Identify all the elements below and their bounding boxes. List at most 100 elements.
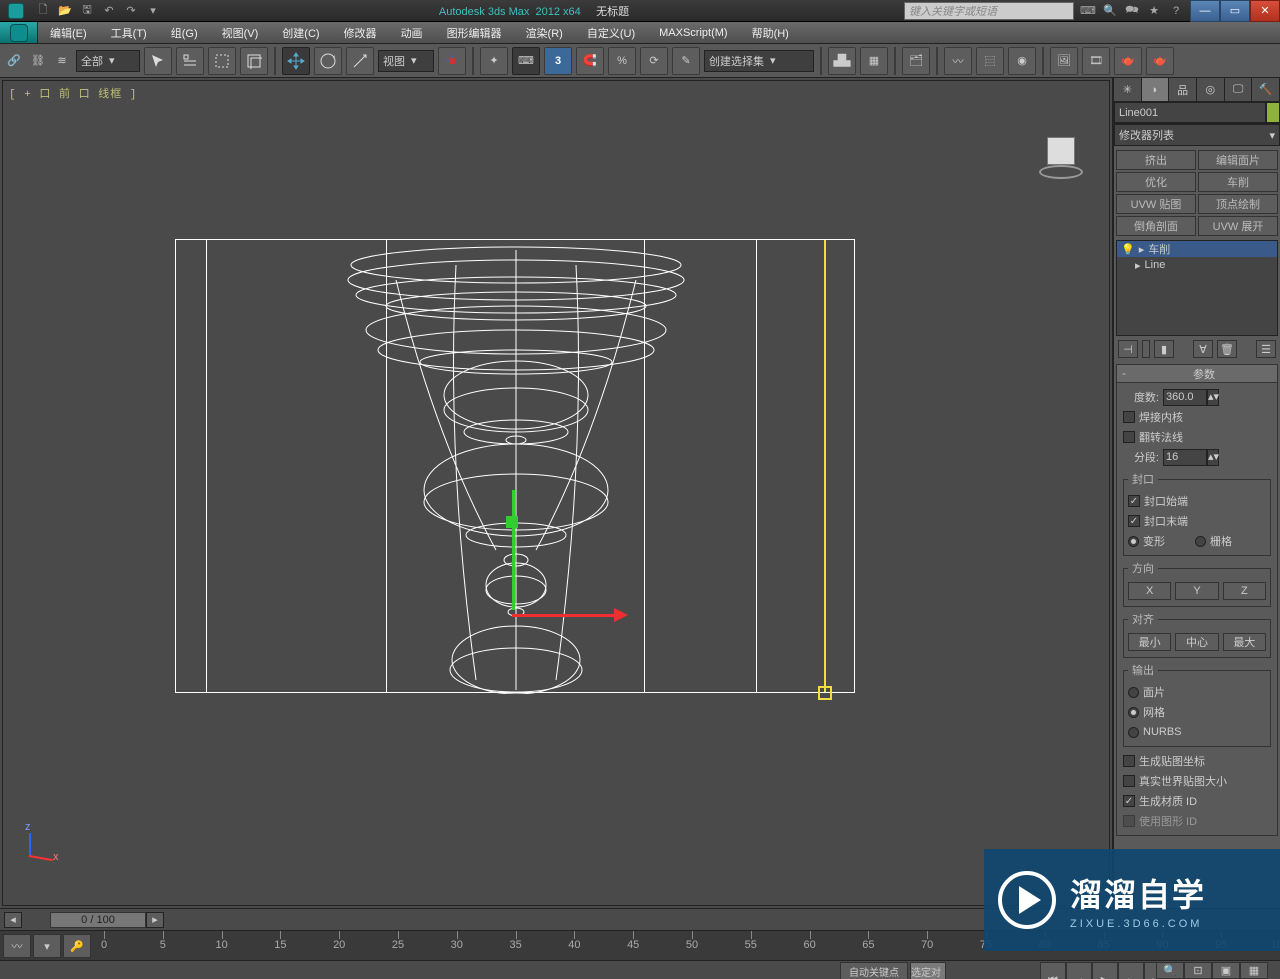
mirror-icon[interactable]: ▟▙	[828, 47, 856, 75]
cap-morph-radio[interactable]	[1128, 536, 1139, 547]
help-icon[interactable]: ?	[1166, 1, 1186, 21]
use-pivot-icon[interactable]	[438, 47, 466, 75]
viewcube[interactable]	[1039, 129, 1083, 173]
modify-tab-icon[interactable]: ◗	[1142, 78, 1170, 101]
menu-edit[interactable]: 编辑(E)	[38, 22, 99, 43]
zoom-extents-all-icon[interactable]: ▦	[1240, 962, 1268, 979]
menu-customize[interactable]: 自定义(U)	[575, 22, 647, 43]
mod-lathe[interactable]: 车削	[1198, 172, 1278, 192]
select-scale-icon[interactable]	[346, 47, 374, 75]
mod-editpatch[interactable]: 编辑面片	[1198, 150, 1278, 170]
close-button[interactable]: ✕	[1250, 0, 1280, 22]
show-end-result-icon[interactable]: ▮	[1154, 340, 1174, 358]
mod-bevelprofile[interactable]: 倒角剖面	[1116, 216, 1196, 236]
snap-toggle-icon[interactable]: 3	[544, 47, 572, 75]
move-gizmo[interactable]	[512, 520, 632, 640]
window-crossing-icon[interactable]	[240, 47, 268, 75]
time-next-icon[interactable]: ▸	[146, 912, 164, 928]
goto-start-icon[interactable]: ⏮	[1040, 962, 1066, 979]
create-tab-icon[interactable]: ✳	[1114, 78, 1142, 101]
minimize-button[interactable]: —	[1190, 0, 1220, 22]
infocenter-icon[interactable]: ⌨	[1078, 1, 1098, 21]
maximize-button[interactable]: ▭	[1220, 0, 1250, 22]
menu-help[interactable]: 帮助(H)	[740, 22, 801, 43]
pin-stack-icon[interactable]: ⊣	[1118, 340, 1138, 358]
display-tab-icon[interactable]: 🖵	[1225, 78, 1253, 101]
render-production-icon[interactable]: 🫖	[1114, 47, 1142, 75]
search-icon[interactable]: 🔍	[1100, 1, 1120, 21]
gen-mat-checkbox[interactable]	[1123, 795, 1135, 807]
select-object-icon[interactable]	[144, 47, 172, 75]
zoom-extents-icon[interactable]: ▣	[1212, 962, 1240, 979]
prev-frame-icon[interactable]: ◂	[1066, 962, 1092, 979]
link-icon[interactable]: 🔗	[4, 49, 24, 73]
real-world-checkbox[interactable]	[1123, 775, 1135, 787]
make-unique-icon[interactable]: ∀	[1193, 340, 1213, 358]
select-manipulate-icon[interactable]: ✦	[480, 47, 508, 75]
edit-named-sel-icon[interactable]: ✎	[672, 47, 700, 75]
viewport-label[interactable]: [ + 口 前 口 线框 ]	[9, 85, 137, 101]
mod-uvwunwrap[interactable]: UVW 展开	[1198, 216, 1278, 236]
unlink-icon[interactable]: ⛓	[28, 49, 48, 73]
mod-uvwmap[interactable]: UVW 贴图	[1116, 194, 1196, 214]
menu-maxscript[interactable]: MAXScript(M)	[647, 22, 739, 43]
expand-icon[interactable]: ▸	[1139, 243, 1145, 256]
menu-rendering[interactable]: 渲染(R)	[514, 22, 575, 43]
dir-z-button[interactable]: Z	[1223, 582, 1266, 600]
render-setup-icon[interactable]: 🖼	[1050, 47, 1078, 75]
remove-modifier-icon[interactable]: 🗑	[1217, 340, 1237, 358]
menu-group[interactable]: 组(G)	[159, 22, 210, 43]
select-rotate-icon[interactable]	[314, 47, 342, 75]
ref-coord-combo[interactable]: 视图▾	[378, 50, 434, 72]
auto-key-button[interactable]: 自动关键点	[840, 962, 908, 979]
cap-grid-radio[interactable]	[1195, 536, 1206, 547]
menu-views[interactable]: 视图(V)	[210, 22, 271, 43]
cap-end-checkbox[interactable]	[1128, 515, 1140, 527]
vertex-handle[interactable]	[818, 686, 832, 700]
selected-spline[interactable]	[824, 240, 826, 692]
flip-normals-checkbox[interactable]	[1123, 431, 1135, 443]
select-move-icon[interactable]	[282, 47, 310, 75]
expand-icon[interactable]: ▸	[1135, 259, 1141, 272]
segments-spinner[interactable]: ▴▾	[1163, 449, 1219, 466]
utilities-tab-icon[interactable]: 🔨	[1252, 78, 1280, 101]
favorites-icon[interactable]: ★	[1144, 1, 1164, 21]
qat-dropdown-icon[interactable]: ▾	[142, 1, 164, 21]
filter-icon[interactable]: ▾	[33, 934, 61, 958]
zoom-all-icon[interactable]: ⊡	[1184, 962, 1212, 979]
mod-extrude[interactable]: 挤出	[1116, 150, 1196, 170]
align-max-button[interactable]: 最大	[1223, 633, 1266, 651]
select-by-name-icon[interactable]	[176, 47, 204, 75]
search-input[interactable]: 键入关键字或短语	[904, 2, 1074, 20]
configure-sets-icon[interactable]: ☰	[1256, 340, 1276, 358]
time-prev-icon[interactable]: ◂	[4, 912, 22, 928]
selected-only-combo[interactable]: 选定对	[910, 962, 946, 979]
hierarchy-tab-icon[interactable]: 品	[1169, 78, 1197, 101]
application-menu-button[interactable]	[0, 22, 38, 43]
weld-core-checkbox[interactable]	[1123, 411, 1135, 423]
render-iterative-icon[interactable]: 🫖	[1146, 47, 1174, 75]
menu-create[interactable]: 创建(C)	[270, 22, 331, 43]
menu-modifiers[interactable]: 修改器	[332, 22, 389, 43]
zoom-icon[interactable]: 🔍	[1156, 962, 1184, 979]
qat-undo-icon[interactable]: ↶	[98, 1, 120, 21]
selection-filter-combo[interactable]: 全部▾	[76, 50, 140, 72]
curve-editor-icon[interactable]: 〰	[944, 47, 972, 75]
rollup-collapse-icon[interactable]: -	[1117, 368, 1131, 380]
object-color-swatch[interactable]	[1266, 102, 1280, 123]
angle-snap-icon[interactable]: 🧲	[576, 47, 604, 75]
play-icon[interactable]: ▶	[1092, 962, 1118, 979]
keyboard-shortcut-icon[interactable]: ⌨	[512, 47, 540, 75]
bind-spacewarp-icon[interactable]: ≋	[52, 49, 72, 73]
modifier-stack[interactable]: 💡 ▸ 车削 ▸ Line	[1116, 240, 1278, 336]
named-selection-combo[interactable]: 创建选择集▾	[704, 50, 814, 72]
qat-open-icon[interactable]: 📂	[54, 1, 76, 21]
gizmo-y-axis[interactable]	[512, 490, 515, 610]
next-frame-icon[interactable]: ▸	[1118, 962, 1144, 979]
layer-manager-icon[interactable]: 🗂	[902, 47, 930, 75]
out-nurbs-radio[interactable]	[1128, 727, 1139, 738]
select-region-rect-icon[interactable]	[208, 47, 236, 75]
menu-animation[interactable]: 动画	[389, 22, 435, 43]
motion-tab-icon[interactable]: ◎	[1197, 78, 1225, 101]
qat-save-icon[interactable]: 🖫	[76, 1, 98, 21]
